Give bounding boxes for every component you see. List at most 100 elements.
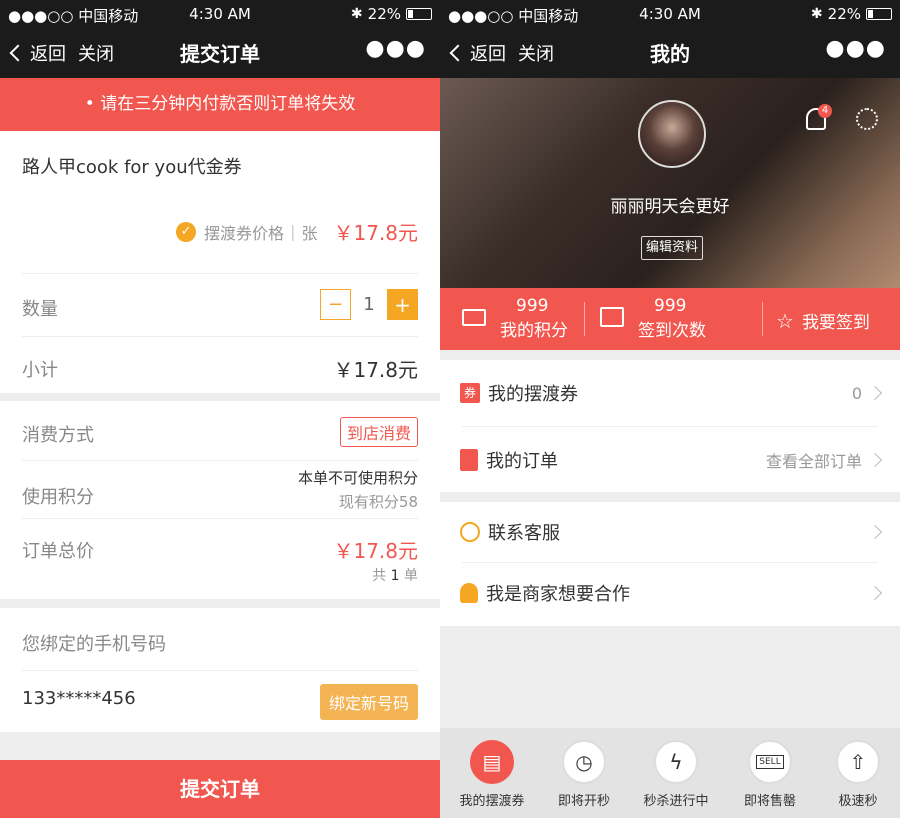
lightning-icon: ϟ [654,740,698,784]
tab-coming-soon[interactable]: ◷ 即将开秒 [544,740,624,809]
phone-number: 133*****456 [22,688,136,709]
total-price: ￥17.8元 [333,539,418,563]
increase-button[interactable]: + [387,289,418,320]
submit-order-button[interactable]: 提交订单 [0,760,440,818]
menu-group-2: 联系客服 我是商家想要合作 [440,502,900,626]
menu-item-my-vouchers[interactable]: 券 我的摆渡券 0 [460,363,883,423]
divider [22,670,418,671]
payment-card: 消费方式 到店消费 使用积分 本单不可使用积分 现有积分58 订单总价 ￥17.… [0,401,440,599]
stat-divider [584,302,585,336]
quantity-stepper: − 1 + [320,289,418,320]
phone-label: 您绑定的手机号码 [22,634,166,655]
status-bar: ●●●○○ 中国移动 4:30 AM ✱ 22% [440,0,900,28]
chevron-right-icon [867,452,883,468]
points-note: 本单不可使用积分 [297,469,418,487]
price-unit: 张 [301,223,318,243]
rocket-icon: ⇧ [836,740,880,784]
consume-label: 消费方式 [22,425,94,446]
bind-new-number-button[interactable]: 绑定新号码 [319,684,418,720]
view-all-orders-link[interactable]: 查看全部订单 [766,448,862,472]
order-count: 共 1 单 [372,568,418,584]
close-button[interactable]: 关闭 [518,40,554,66]
notification-badge: 4 [818,104,832,118]
quantity-value[interactable]: 1 [351,294,387,315]
voucher-price: ￥17.8元 [333,221,418,245]
stat-divider [762,302,763,336]
star-icon: ☆ [776,308,794,333]
nav-bar: 返回 关闭 我的 ●●● [440,28,900,78]
product-name: 路人甲cook for you代金券 [22,157,242,178]
timer-icon: ◷ [562,740,606,784]
battery-icon [866,8,892,20]
checkin-count-label: 签到次数 [638,321,706,341]
points-value: 999 [516,296,549,316]
voucher-price-label: 摆渡券价格 [204,223,285,243]
divider [22,518,418,519]
order-screen: ●●●○○ 中国移动 4:30 AM ✱ 22% 返回 关闭 提交订单 ●●● •… [0,0,440,818]
back-button[interactable]: 返回 [449,40,506,66]
back-button[interactable]: 返回 [9,40,66,66]
settings-gear-icon[interactable] [856,108,878,130]
divider [22,460,418,461]
battery-percent: 22% [367,5,401,23]
checkin-count-value: 999 [654,296,687,316]
points-label: 使用积分 [22,487,94,508]
menu-item-customer-service[interactable]: 联系客服 [460,502,883,562]
quantity-label: 数量 [22,299,58,320]
chevron-right-icon [867,385,883,401]
tab-almost-sold-out[interactable]: SELL 即将售罄 [730,740,810,809]
consume-method-tag: 到店消费 [339,417,418,447]
total-row: 订单总价 ￥17.8元 共 1 单 [22,537,418,584]
edit-profile-button[interactable]: 编辑资料 [641,236,703,260]
more-icon[interactable]: ●●● [825,36,886,61]
battery-icon [406,8,432,20]
bluetooth-icon: ✱ [350,6,363,22]
profile-screen: ●●●○○ 中国移动 4:30 AM ✱ 22% 返回 关闭 我的 ●●● 4 丽… [440,0,900,818]
tab-my-vouchers[interactable]: ▤ 我的摆渡券 [452,740,532,809]
quantity-row: 数量 − 1 + [22,289,418,321]
merchant-icon [460,583,478,603]
voucher-icon: 券 [460,383,480,403]
current-points: 现有积分58 [338,493,418,511]
points-stat[interactable]: 999 我的积分 [462,288,580,350]
more-icon[interactable]: ●●● [365,36,426,61]
stats-bar: 999 我的积分 999 签到次数 ☆ 我要签到 [440,288,900,350]
headset-icon [460,522,480,542]
nav-bar: 返回 关闭 提交订单 ●●● [0,28,440,78]
sell-sign-icon: SELL [748,740,792,784]
profile-header: 4 丽丽明天会更好 编辑资料 [440,78,900,288]
tab-express-sale[interactable]: ⇧ 极速秒 [818,740,898,809]
battery-percent: 22% [827,5,861,23]
total-label: 订单总价 [22,541,94,562]
decrease-button[interactable]: − [320,289,351,320]
checkin-count-stat[interactable]: 999 签到次数 [600,288,750,350]
consume-row: 消费方式 到店消费 [22,417,418,447]
chevron-left-icon [9,44,27,62]
menu-item-my-orders[interactable]: 我的订单 查看全部订单 [460,430,883,490]
bluetooth-icon: ✱ [810,6,823,22]
subtotal-label: 小计 [22,360,58,381]
voucher-tab-icon: ▤ [470,740,514,784]
menu-item-merchant-cooperation[interactable]: 我是商家想要合作 [460,563,883,623]
points-label: 我的积分 [500,321,568,341]
menu-group-1: 券 我的摆渡券 0 我的订单 查看全部订单 [440,360,900,492]
close-button[interactable]: 关闭 [78,40,114,66]
voucher-count: 0 [851,383,862,403]
phone-card: 您绑定的手机号码 133*****456 绑定新号码 [0,608,440,732]
avatar[interactable] [638,100,706,168]
payment-warning-banner: • 请在三分钟内付款否则订单将失效 [0,78,440,131]
subtotal-row: 小计 ￥17.8元 [22,356,418,382]
divider [462,426,878,427]
divider [22,336,418,337]
username: 丽丽明天会更好 [610,197,730,217]
tab-flash-sale-live[interactable]: ϟ 秒杀进行中 [636,740,716,809]
check-circle-icon[interactable]: ✓ [176,221,197,242]
status-bar: ●●●○○ 中国移动 4:30 AM ✱ 22% [0,0,440,28]
checkin-button[interactable]: ☆ 我要签到 [776,308,870,334]
chevron-right-icon [867,585,883,601]
divider [22,273,418,274]
ticket-icon [462,309,486,326]
dot-icon: • [84,94,101,114]
calendar-icon [600,307,624,327]
chevron-left-icon [449,44,467,62]
